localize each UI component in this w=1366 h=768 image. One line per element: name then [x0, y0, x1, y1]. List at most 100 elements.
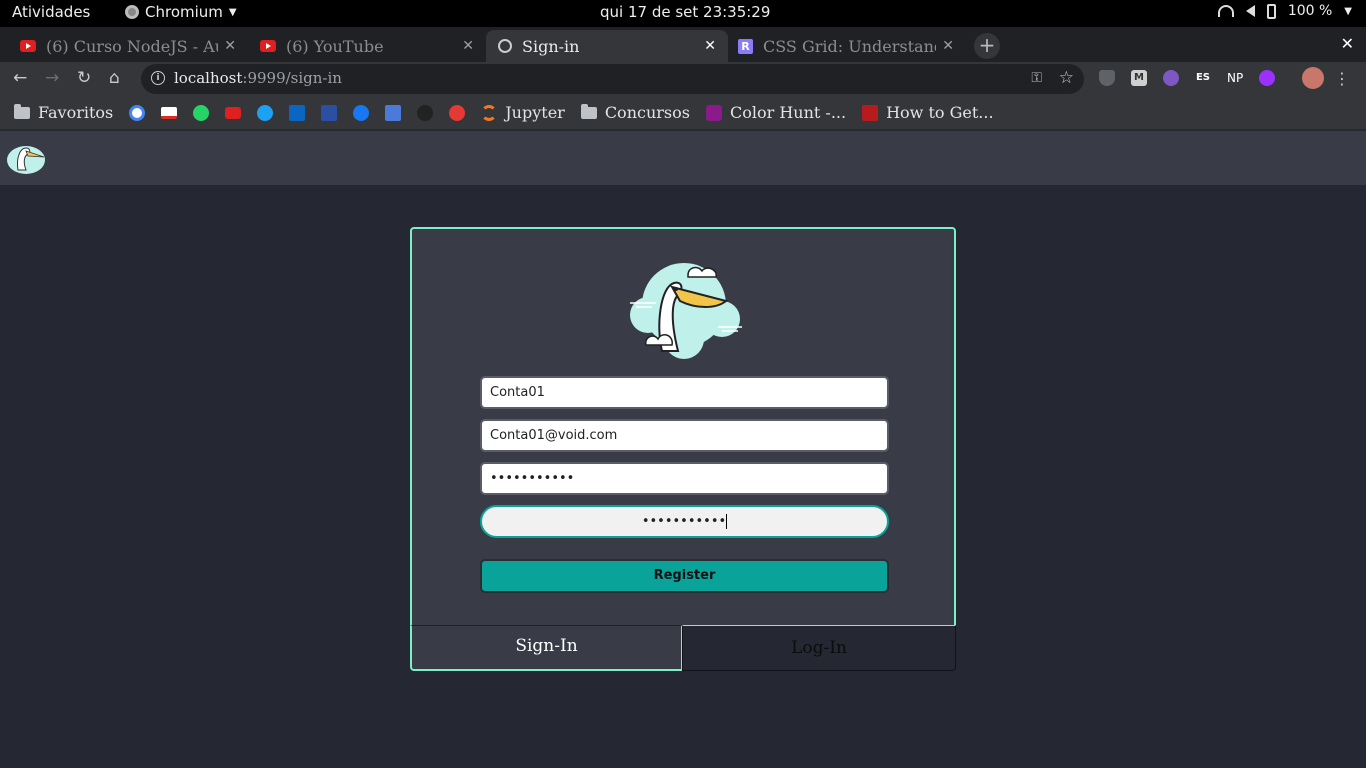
- sign-in-card: Conta01 Conta01@void.com ••••••••••• •••…: [410, 227, 956, 627]
- pelican-logo[interactable]: [4, 136, 48, 180]
- close-icon[interactable]: ✕: [942, 38, 954, 54]
- battery-level: 100 %: [1287, 3, 1333, 19]
- tomato-icon: [449, 104, 466, 121]
- confirm-password-field[interactable]: •••••••••••: [480, 505, 889, 538]
- folder-icon: [14, 103, 30, 119]
- register-button[interactable]: Register: [480, 559, 889, 593]
- bookmark-how-to-get[interactable]: How to Get...: [862, 103, 994, 122]
- tab-curso-nodejs[interactable]: (6) Curso NodeJS - Au ✕: [8, 30, 248, 62]
- close-icon[interactable]: ✕: [704, 38, 716, 54]
- home-icon[interactable]: ⌂: [109, 68, 120, 88]
- info-icon[interactable]: i: [151, 71, 165, 85]
- globe-icon: [498, 39, 512, 53]
- facebook-icon: [353, 104, 370, 121]
- bookmark-trello[interactable]: [321, 104, 338, 121]
- app-name: Chromium: [145, 3, 223, 21]
- bookmark-gmail[interactable]: [161, 106, 178, 119]
- bookmark-favoritos[interactable]: Favoritos: [14, 103, 113, 122]
- tab-log-in[interactable]: Log-In: [682, 625, 956, 671]
- wifi-icon: [1217, 5, 1234, 17]
- translate-icon: [385, 104, 402, 121]
- vpn-icon[interactable]: [1259, 70, 1275, 86]
- bookmark-spotify[interactable]: [417, 104, 434, 121]
- close-icon[interactable]: ✕: [224, 38, 236, 54]
- name-field[interactable]: Conta01: [480, 376, 889, 409]
- key-icon[interactable]: ⚿: [1031, 70, 1042, 86]
- bookmark-translate[interactable]: [385, 104, 402, 121]
- activities-button[interactable]: Atividades: [12, 3, 90, 21]
- address-bar[interactable]: i localhost:9999/sign-in ⚿ ☆: [141, 64, 1084, 94]
- google-icon: [129, 104, 146, 121]
- bookmark-whatsapp[interactable]: [193, 104, 210, 121]
- whatsapp-icon: [193, 104, 210, 121]
- bookmark-label: How to Get...: [886, 103, 994, 122]
- bookmark-label: Color Hunt -...: [729, 103, 847, 122]
- bookmark-label: Jupyter: [505, 103, 565, 122]
- youtube-icon: [20, 40, 36, 52]
- tab-title: (6) YouTube: [286, 36, 384, 56]
- jupyter-icon: [481, 104, 498, 121]
- tab-title: CSS Grid: Understand: [763, 36, 937, 56]
- chevron-down-icon: ▼: [1344, 5, 1352, 17]
- bookmark-label: Favoritos: [38, 103, 114, 122]
- browser-toolbar: ← → ↻ ⌂ i localhost:9999/sign-in ⚿ ☆ M E…: [0, 62, 1366, 96]
- bookmark-jupyter[interactable]: Jupyter: [481, 103, 565, 122]
- url-host: localhost: [174, 69, 243, 87]
- spotify-icon: [417, 104, 434, 121]
- tab-youtube[interactable]: (6) YouTube ✕: [248, 30, 486, 62]
- app-menu[interactable]: Chromium ▼: [125, 3, 237, 21]
- trello-icon: [321, 104, 338, 121]
- gmail-icon: [161, 106, 178, 119]
- tab-title: Sign-in: [522, 36, 580, 56]
- reload-icon[interactable]: ↻: [77, 68, 91, 88]
- password-field[interactable]: •••••••••••: [480, 462, 889, 495]
- tab-sign-in[interactable]: Sign-in ✕: [486, 30, 728, 62]
- es-icon[interactable]: ES: [1195, 70, 1211, 86]
- auth-tabs: Sign-In Log-In: [410, 625, 956, 671]
- bookmark-facebook[interactable]: [353, 104, 370, 121]
- url-text: localhost:9999/sign-in: [174, 69, 342, 87]
- system-tray[interactable]: 100 % ▼: [1217, 3, 1352, 19]
- youtube-icon: [225, 106, 242, 119]
- close-icon[interactable]: ✕: [462, 38, 474, 54]
- bookmark-concursos[interactable]: Concursos: [580, 103, 690, 122]
- avatar[interactable]: [1302, 67, 1324, 89]
- colorhunt-icon: [705, 104, 722, 121]
- text-caret: [726, 514, 728, 529]
- forward-arrow-icon[interactable]: →: [45, 68, 59, 88]
- bookmark-twitter[interactable]: [257, 104, 274, 121]
- bookmark-tomato[interactable]: [449, 104, 466, 121]
- shield-icon[interactable]: [1099, 70, 1115, 86]
- linkedin-icon: [289, 104, 306, 121]
- bookmark-youtube[interactable]: [225, 106, 242, 119]
- window-close-icon[interactable]: ✕: [1341, 34, 1354, 53]
- clock[interactable]: qui 17 de set 23:35:29: [600, 3, 770, 21]
- email-field[interactable]: Conta01@void.com: [480, 419, 889, 452]
- confirm-password-value: •••••••••••: [641, 514, 727, 529]
- back-arrow-icon[interactable]: ←: [13, 68, 27, 88]
- tab-sign-in[interactable]: Sign-In: [410, 625, 683, 671]
- new-tab-button[interactable]: +: [974, 33, 1000, 59]
- w-icon: [862, 104, 879, 121]
- page-header: [0, 131, 1366, 185]
- battery-icon: [1266, 3, 1276, 19]
- bookmarks-bar: Favoritos Jupyter Concursos Color Hunt -…: [0, 96, 1366, 130]
- folder-icon: [580, 103, 597, 119]
- star-icon[interactable]: ☆: [1059, 68, 1074, 88]
- more-menu-icon[interactable]: ⋮: [1334, 69, 1350, 88]
- eye-icon[interactable]: [1163, 70, 1179, 86]
- bookmark-color-hunt[interactable]: Color Hunt -...: [705, 103, 847, 122]
- url-path: :9999/sign-in: [242, 69, 342, 87]
- system-top-bar: Atividades Chromium ▼ qui 17 de set 23:3…: [0, 0, 1366, 27]
- twitter-icon: [257, 104, 274, 121]
- chromium-icon: [125, 5, 139, 19]
- volume-icon: [1245, 5, 1255, 17]
- bookmark-google[interactable]: [129, 104, 146, 121]
- bookmark-linkedin[interactable]: [289, 104, 306, 121]
- np-icon[interactable]: NP: [1227, 70, 1243, 86]
- pelican-logo: [630, 263, 742, 359]
- m-icon[interactable]: M: [1131, 70, 1147, 86]
- tab-strip: (6) Curso NodeJS - Au ✕ (6) YouTube ✕ Si…: [0, 27, 1366, 62]
- tab-title: (6) Curso NodeJS - Au: [46, 36, 219, 56]
- tab-css-grid[interactable]: R CSS Grid: Understand ✕: [726, 30, 966, 62]
